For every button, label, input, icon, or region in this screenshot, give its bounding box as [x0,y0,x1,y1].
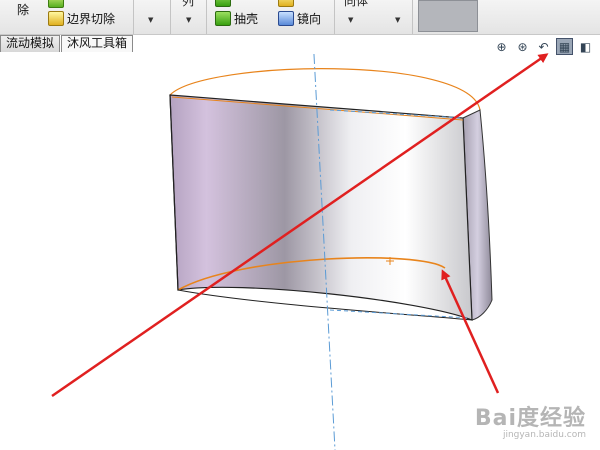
dropdown-arrow-3[interactable]: ▼ [348,16,353,24]
graphics-viewport[interactable] [0,53,600,450]
shell-button[interactable]: 抽壳 [215,10,258,27]
front-face [169,94,473,321]
dropdown-arrow-4[interactable]: ▼ [395,16,400,24]
mirror-button[interactable]: 镜向 [278,10,321,27]
draft-button-partial[interactable] [278,0,294,7]
feature-icon [48,0,64,8]
ribbon-separator [133,0,134,34]
command-tabs: 流动模拟 沐风工具箱 [0,35,134,52]
rib-icon [215,0,231,7]
shell-label: 抽壳 [234,12,259,26]
ribbon-separator [170,0,171,34]
boundary-cut-label: 边界切除 [67,12,116,26]
mirror-icon [278,11,294,26]
delete-label: 除 [17,3,30,17]
rib-button-partial[interactable] [215,0,231,7]
command-manager-ribbon: 除 边界切除 ▼ 列 ▼ 抽壳 镜向 同体 ▼ ▼ [0,0,600,35]
body-label-partial: 同体 [344,0,369,8]
ribbon-separator [334,0,335,34]
mirror-label: 镜向 [297,12,322,26]
shell-icon [215,11,231,26]
draft-icon [278,0,294,7]
boundary-cut-icon [48,11,64,26]
ribbon-separator [206,0,207,34]
dropdown-arrow-2[interactable]: ▼ [186,16,191,24]
feature-button-top-partial[interactable] [48,0,64,8]
dropdown-arrow-1[interactable]: ▼ [148,16,153,24]
pattern-label-partial: 列 [182,0,195,8]
ribbon-separator [412,0,413,34]
tab-flow-simulation[interactable]: 流动模拟 [0,35,61,52]
delete-button-partial[interactable]: 除 [17,1,29,18]
tab-toolbox[interactable]: 沐风工具箱 [61,35,134,52]
ribbon-large-button[interactable] [418,0,478,32]
boundary-cut-button[interactable]: 边界切除 [48,10,115,27]
